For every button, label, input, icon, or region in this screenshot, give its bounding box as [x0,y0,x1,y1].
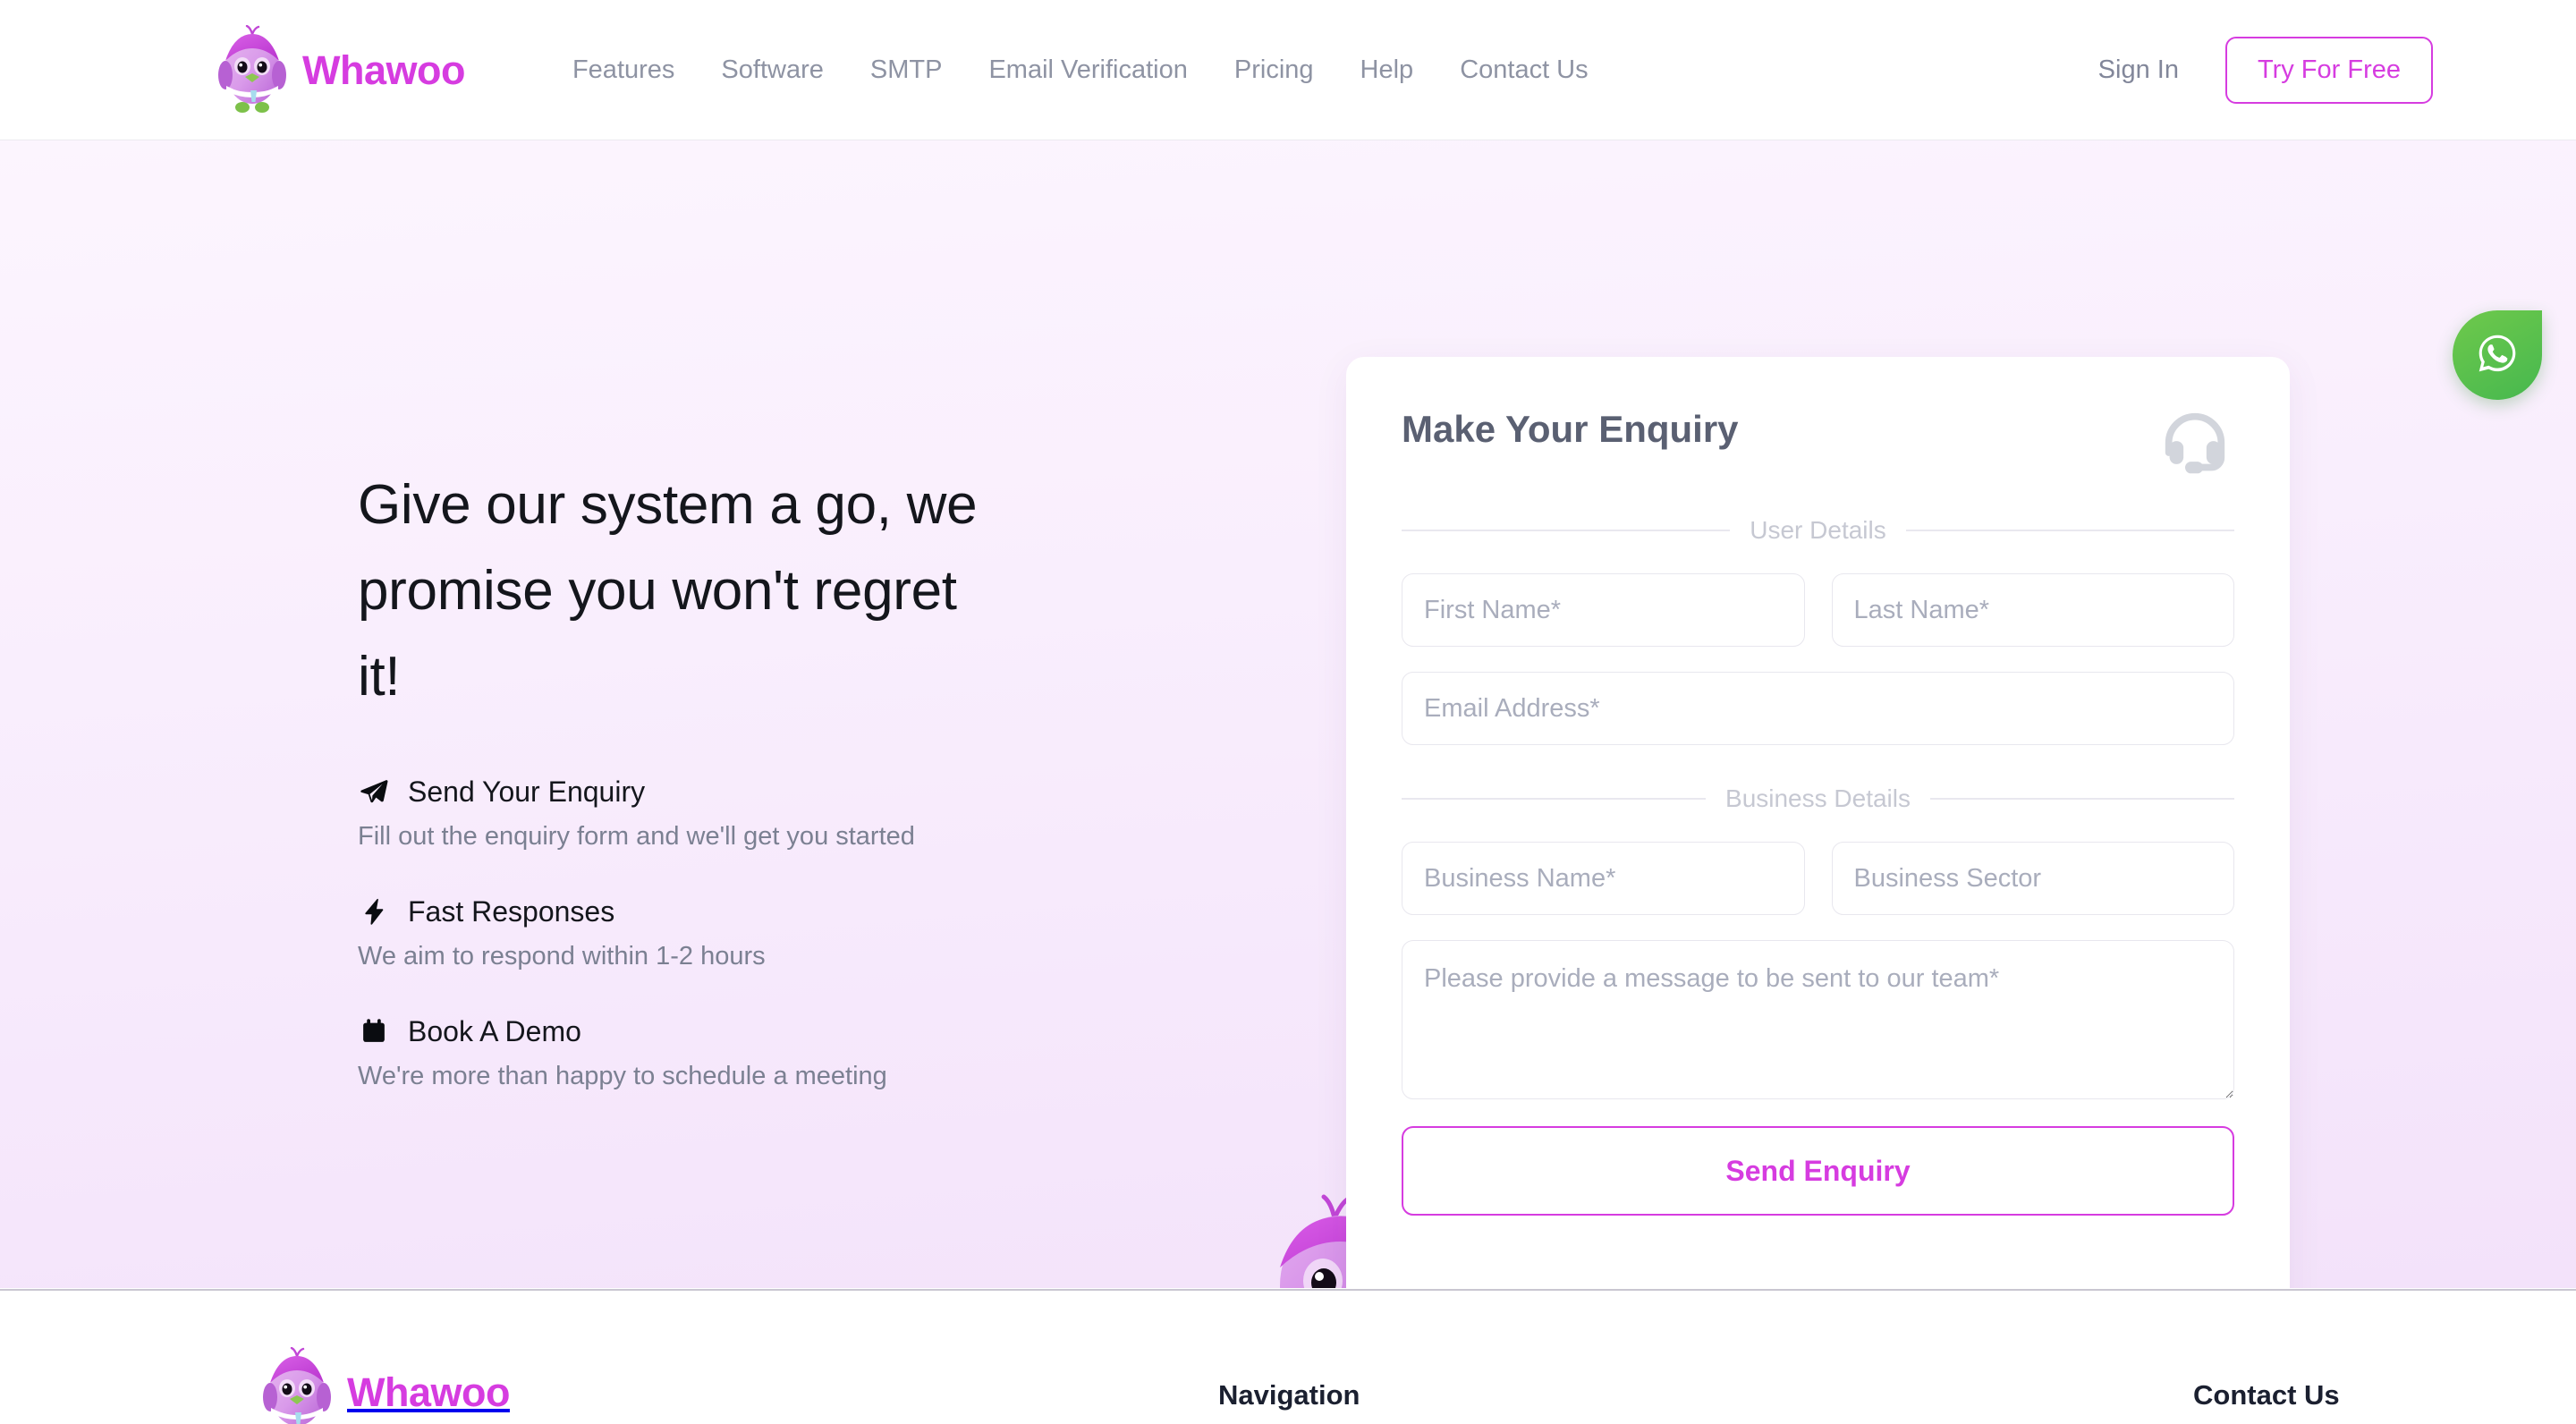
primary-nav: Features Software SMTP Email Verificatio… [549,48,1612,92]
sign-in-link[interactable]: Sign In [2072,48,2206,92]
whawoo-bird-mascot-icon [215,24,290,114]
section-divider-business-details: Business Details [1402,786,2234,811]
enquiry-card-title: Make Your Enquiry [1402,408,1739,450]
business-name-input[interactable] [1402,842,1805,915]
feature-description: We're more than happy to schedule a meet… [358,1061,887,1090]
enquiry-card-header: Make Your Enquiry [1402,403,2234,482]
page-title: Give our system a go, we promise you won… [358,474,978,708]
email-address-input[interactable] [1402,672,2234,745]
hero-section: Give our system a go, we promise you won… [0,140,2576,1288]
feature-item-book-a-demo: Book A Demo We're more than happy to sch… [358,1015,1324,1094]
feature-item-fast-responses: Fast Responses We aim to respond within … [358,895,1324,974]
business-sector-input[interactable] [1831,842,2234,915]
nav-item-smtp[interactable]: SMTP [847,48,966,92]
last-name-input[interactable] [1831,573,2234,647]
footer-navigation-heading: Navigation [1218,1379,1360,1411]
feature-description: We aim to respond within 1-2 hours [358,941,766,971]
name-fields-row [1402,573,2234,647]
nav-item-software[interactable]: Software [698,48,846,92]
nav-item-help[interactable]: Help [1337,48,1437,92]
footer-brand-name: Whawoo [347,1369,510,1415]
feature-title: Book A Demo [408,1014,581,1047]
feature-title: Fast Responses [408,894,615,928]
message-textarea[interactable] [1402,940,2234,1099]
top-navbar: Whawoo Features Software SMTP Email Veri… [0,0,2576,140]
section-label-user-details: User Details [1750,516,1886,544]
feature-title: Send Your Enquiry [408,776,646,809]
nav-item-features[interactable]: Features [549,48,698,92]
send-enquiry-button[interactable]: Send Enquiry [1402,1126,2234,1216]
brand-name: Whawoo [302,47,465,93]
try-for-free-button[interactable]: Try For Free [2224,36,2433,104]
feature-item-send-enquiry: Send Your Enquiry Fill out the enquiry f… [358,776,1324,854]
page-root: Whawoo Features Software SMTP Email Veri… [0,0,2576,1424]
brand-logo-link[interactable]: Whawoo [215,24,465,114]
calendar-icon [358,1015,390,1047]
feature-description: Fill out the enquiry form and we'll get … [358,822,915,852]
email-field-row [1402,672,2234,745]
footer-brand-logo-link[interactable]: Whawoo [259,1346,510,1424]
nav-item-contact-us[interactable]: Contact Us [1436,48,1611,92]
headset-support-icon [2156,403,2234,482]
whawoo-bird-mascot-footer-icon [259,1346,335,1424]
navbar-actions: Sign In Try For Free [2072,36,2433,104]
section-label-business-details: Business Details [1725,784,1911,812]
enquiry-form-card: Make Your Enquiry User Details First Nam… [1346,357,2290,1288]
paper-plane-icon [358,776,390,808]
business-fields-row [1402,842,2234,915]
whatsapp-float-button[interactable] [2453,310,2542,400]
first-name-input[interactable] [1402,573,1805,647]
nav-item-pricing[interactable]: Pricing [1211,48,1337,92]
whatsapp-icon [2475,331,2520,380]
nav-item-email-verification[interactable]: Email Verification [965,48,1210,92]
section-divider-user-details: User Details [1402,518,2234,543]
footer-contact-heading: Contact Us [2193,1379,2340,1411]
lightning-bolt-icon [358,895,390,928]
hero-left-column: Give our system a go, we promise you won… [358,462,1324,1134]
